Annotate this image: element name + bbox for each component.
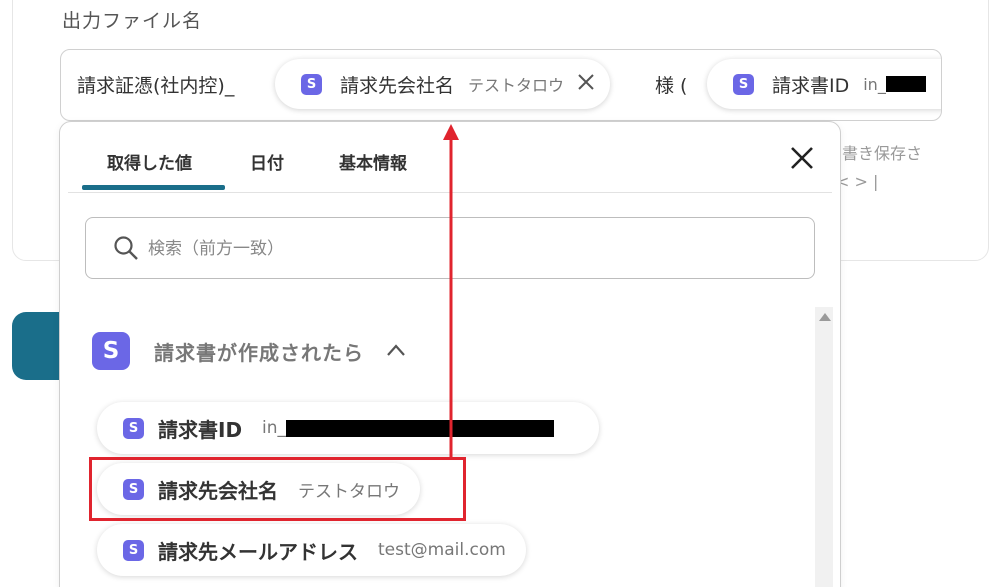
app-root: 出力ファイル名 請求証憑(社内控)_ S 請求先会社名 テストタロウ 様 ( S… (0, 0, 997, 587)
annotation-arrow (443, 124, 459, 458)
